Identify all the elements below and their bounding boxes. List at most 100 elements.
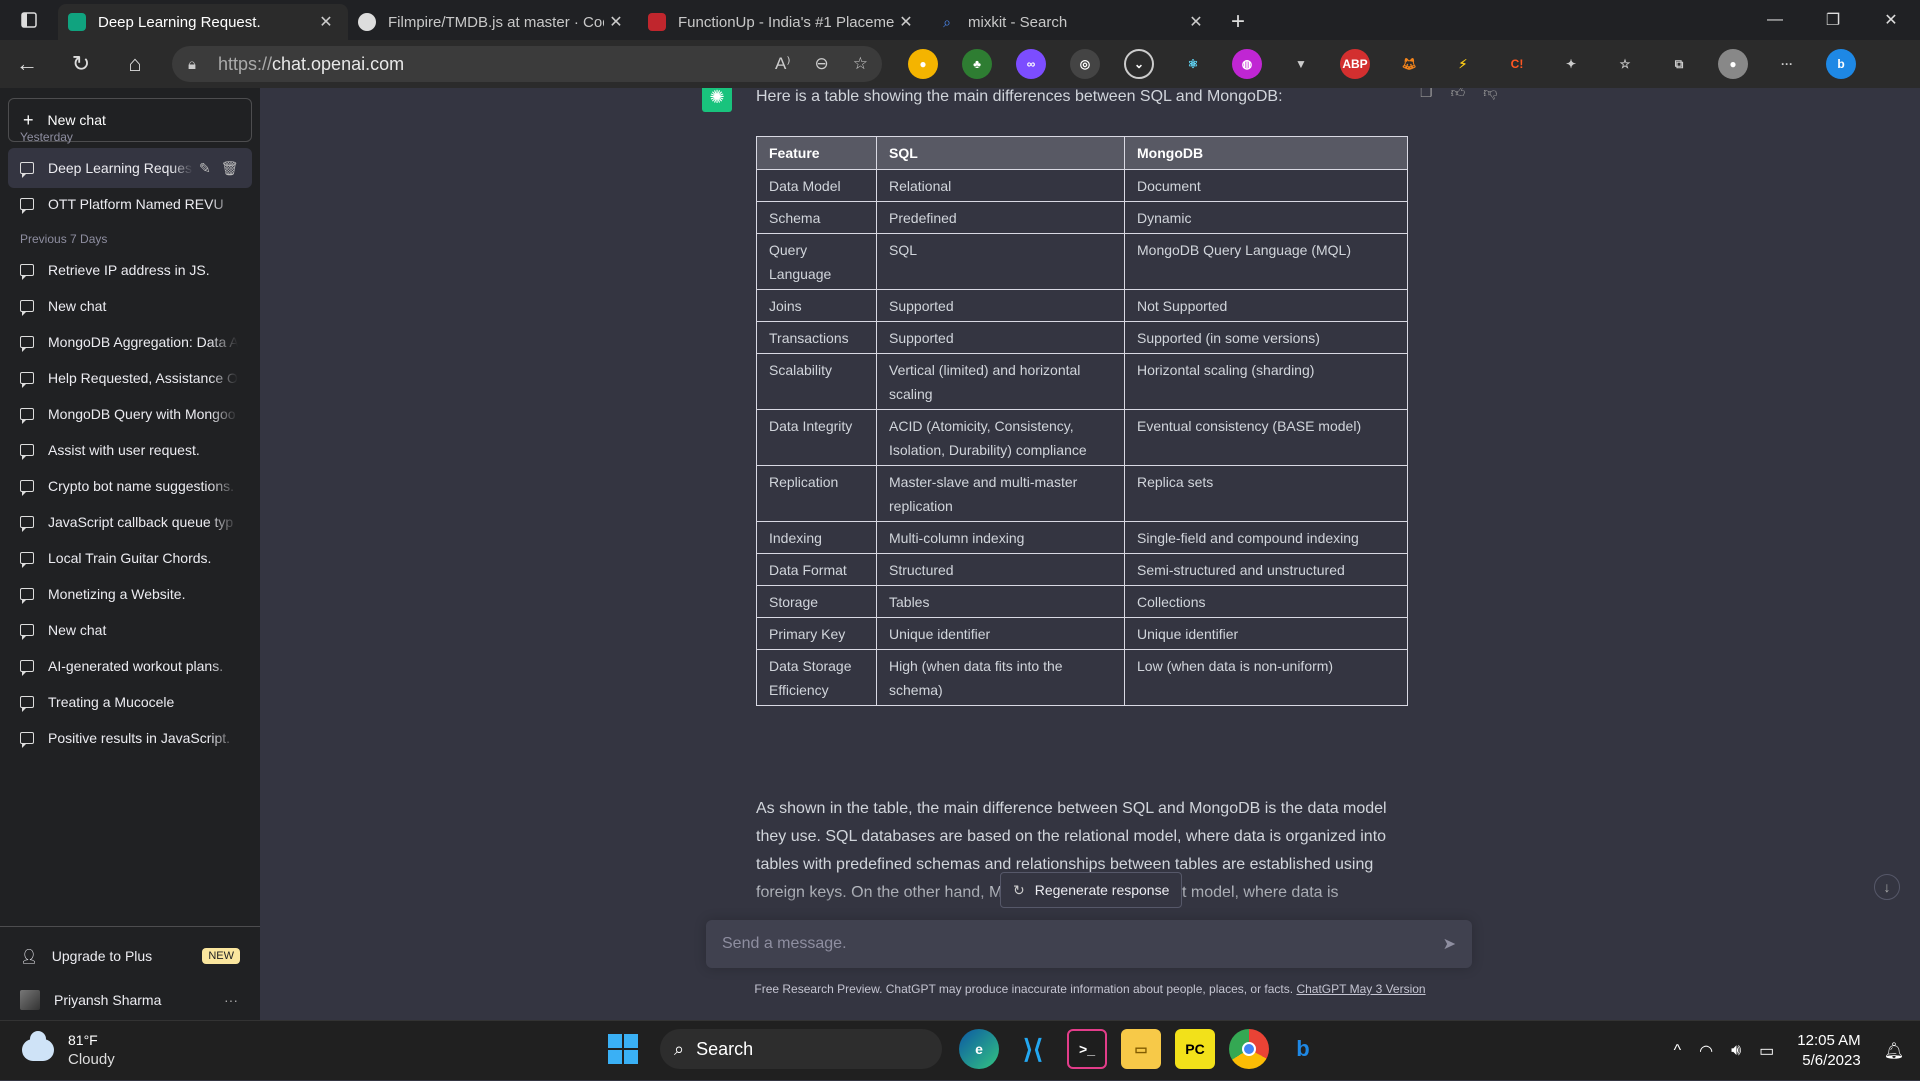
close-window-icon[interactable]: ✕	[1862, 0, 1920, 40]
message-input[interactable]: Send a message. ➤	[706, 920, 1472, 968]
read-aloud-icon[interactable]: A⁾	[775, 54, 791, 74]
tab-actions-icon[interactable]	[0, 0, 58, 40]
extension-chrome-like-icon[interactable]: ●	[908, 49, 938, 79]
refresh-icon[interactable]: ↻	[54, 40, 108, 88]
browser-tab[interactable]: ⌕ mixkit - Search ✕	[928, 4, 1218, 40]
sidebar-chat-item[interactable]: MongoDB Query with Mongoo	[8, 394, 252, 434]
assistant-intro-text: Here is a table showing the main differe…	[756, 88, 1283, 105]
profile-avatar-icon[interactable]: ●	[1718, 49, 1748, 79]
adblock-icon[interactable]: ABP	[1340, 49, 1370, 79]
taskbar: 81°F Cloudy ⌕ Search e ⟩⟨ >_ ▭ PC b ^ ◠ …	[0, 1020, 1920, 1080]
minimize-icon[interactable]: —	[1746, 0, 1804, 40]
close-tab-icon[interactable]: ✕	[604, 12, 628, 32]
footnote: Free Research Preview. ChatGPT may produ…	[260, 982, 1920, 996]
sidebar-chat-item[interactable]: OTT Platform Named REVU	[8, 184, 252, 224]
extension-purple-icon[interactable]: ∞	[1016, 49, 1046, 79]
table-cell: Single-field and compound indexing	[1124, 521, 1408, 554]
scroll-down-icon[interactable]: ↓	[1874, 874, 1900, 900]
clock[interactable]: 12:05 AM 5/6/2023	[1797, 1031, 1860, 1071]
edit-icon[interactable]: ✎	[199, 160, 211, 177]
zoom-icon[interactable]: ⊖	[815, 54, 829, 74]
pocket-icon[interactable]: ⌄	[1124, 49, 1154, 79]
terminal-icon[interactable]: >_	[1067, 1029, 1107, 1069]
sidebar-chat-item[interactable]: Treating a Mucocele	[8, 682, 252, 722]
thumbs-down-icon[interactable]: 👎︎	[1483, 88, 1497, 101]
weather-widget[interactable]: 81°F Cloudy	[22, 1031, 115, 1069]
sidebar-chat-item[interactable]: Monetizing a Website.	[8, 574, 252, 614]
extension-c-icon[interactable]: C!	[1502, 49, 1532, 79]
sidebar-chat-item[interactable]: MongoDB Aggregation: Data A	[8, 322, 252, 362]
section-previous-7-days: Previous 7 Days	[20, 232, 108, 246]
github-favicon-icon	[358, 13, 376, 31]
edge-icon[interactable]: e	[959, 1029, 999, 1069]
windows-start-icon[interactable]	[608, 1034, 638, 1064]
sidebar-chat-item[interactable]: Positive results in JavaScript.	[8, 718, 252, 758]
back-arrow-icon[interactable]: ←	[0, 40, 54, 88]
table-cell: Predefined	[876, 201, 1125, 234]
volume-icon[interactable]: 🔊︎	[1731, 1042, 1741, 1060]
regenerate-response-button[interactable]: ↻ Regenerate response	[1000, 872, 1183, 908]
more-options-icon[interactable]: ···	[1772, 49, 1802, 79]
home-icon[interactable]: ⌂	[108, 40, 162, 88]
table-row: Query Language SQL MongoDB Query Language …	[756, 233, 1408, 290]
react-devtools-icon[interactable]: ⚛	[1178, 49, 1208, 79]
sidebar-chat-item[interactable]: New chat	[8, 286, 252, 326]
collections-icon[interactable]: ⧉	[1664, 49, 1694, 79]
chat-bubble-icon	[20, 300, 34, 316]
chat-item-label: Positive results in JavaScript.	[48, 730, 231, 746]
close-tab-icon[interactable]: ✕	[894, 12, 918, 32]
table-row: Data Integrity ACID (Atomicity, Consisten…	[756, 409, 1408, 466]
sidebar-divider	[0, 926, 260, 927]
sidebar-chat-item[interactable]: Assist with user request.	[8, 430, 252, 470]
sidebar-chat-item[interactable]: Crypto bot name suggestions.	[8, 466, 252, 506]
functionup-favicon-icon	[648, 13, 666, 31]
extension-glasses-icon[interactable]: ◎	[1070, 49, 1100, 79]
clock-time: 12:05 AM	[1797, 1032, 1861, 1049]
wifi-icon[interactable]: ◠	[1699, 1041, 1713, 1061]
sidebar-chat-item[interactable]: Retrieve IP address in JS.	[8, 250, 252, 290]
sidebar-chat-item[interactable]: JavaScript callback queue typ	[8, 502, 252, 542]
browser-tab[interactable]: FunctionUp - India's #1 Placemen ✕	[638, 4, 928, 40]
notification-icon[interactable]: 🔔︎	[1884, 1041, 1904, 1061]
extension-v-icon[interactable]: ▼	[1286, 49, 1316, 79]
thumbs-up-icon[interactable]: 👍︎	[1451, 88, 1466, 101]
browser-tab[interactable]: Deep Learning Request. ✕	[58, 4, 348, 40]
favorites-icon[interactable]: ☆	[1610, 49, 1640, 79]
battery-icon[interactable]: ▭	[1759, 1041, 1774, 1061]
restore-icon[interactable]: ❐	[1804, 0, 1862, 40]
close-tab-icon[interactable]: ✕	[1184, 12, 1208, 32]
chrome-icon[interactable]	[1229, 1029, 1269, 1069]
trash-icon[interactable]: 🗑︎	[221, 160, 239, 177]
version-link[interactable]: ChatGPT May 3 Version	[1296, 982, 1425, 996]
close-tab-icon[interactable]: ✕	[314, 12, 338, 32]
send-icon[interactable]: ➤	[1443, 934, 1456, 954]
address-bar[interactable]: 🔒︎ https:// chat.openai.com A⁾ ⊖ ☆	[172, 46, 882, 82]
extension-bolt-icon[interactable]: ⚡︎	[1448, 49, 1478, 79]
more-icon[interactable]: ···	[224, 992, 238, 1008]
sidebar-chat-item[interactable]: New chat	[8, 610, 252, 650]
bing-taskbar-icon[interactable]: b	[1283, 1029, 1323, 1069]
chat-bubble-icon	[20, 624, 34, 640]
pycharm-icon[interactable]: PC	[1175, 1029, 1215, 1069]
browser-tab[interactable]: Filmpire/TMDB.js at master · Cod ✕	[348, 4, 638, 40]
bing-icon[interactable]: b	[1826, 49, 1856, 79]
extension-magenta-icon[interactable]: ◍	[1232, 49, 1262, 79]
copy-icon[interactable]: ❐	[1420, 88, 1433, 101]
sidebar-chat-item[interactable]: Help Requested, Assistance O	[8, 358, 252, 398]
metamask-icon[interactable]: 🦊︎	[1394, 49, 1424, 79]
lock-icon[interactable]: 🔒︎	[188, 56, 196, 73]
upgrade-to-plus-button[interactable]: 👤︎ Upgrade to Plus NEW	[8, 936, 252, 976]
new-tab-button[interactable]: +	[1218, 4, 1258, 40]
user-menu-button[interactable]: Priyansh Sharma ···	[8, 980, 252, 1020]
sidebar-chat-item[interactable]: AI-generated workout plans.	[8, 646, 252, 686]
chat-item-label: New chat	[48, 298, 107, 314]
sidebar-chat-item[interactable]: Deep Learning Reques ✎ 🗑︎	[8, 148, 252, 188]
vscode-icon[interactable]: ⟩⟨	[1013, 1029, 1053, 1069]
file-explorer-icon[interactable]: ▭	[1121, 1029, 1161, 1069]
sidebar-chat-item[interactable]: Local Train Guitar Chords.	[8, 538, 252, 578]
chevron-up-icon[interactable]: ^	[1674, 1042, 1682, 1060]
add-favorite-icon[interactable]: ☆	[853, 54, 868, 74]
taskbar-search[interactable]: ⌕ Search	[660, 1029, 942, 1069]
extension-tree-icon[interactable]: ♣	[962, 49, 992, 79]
extensions-puzzle-icon[interactable]: ✦	[1556, 49, 1586, 79]
